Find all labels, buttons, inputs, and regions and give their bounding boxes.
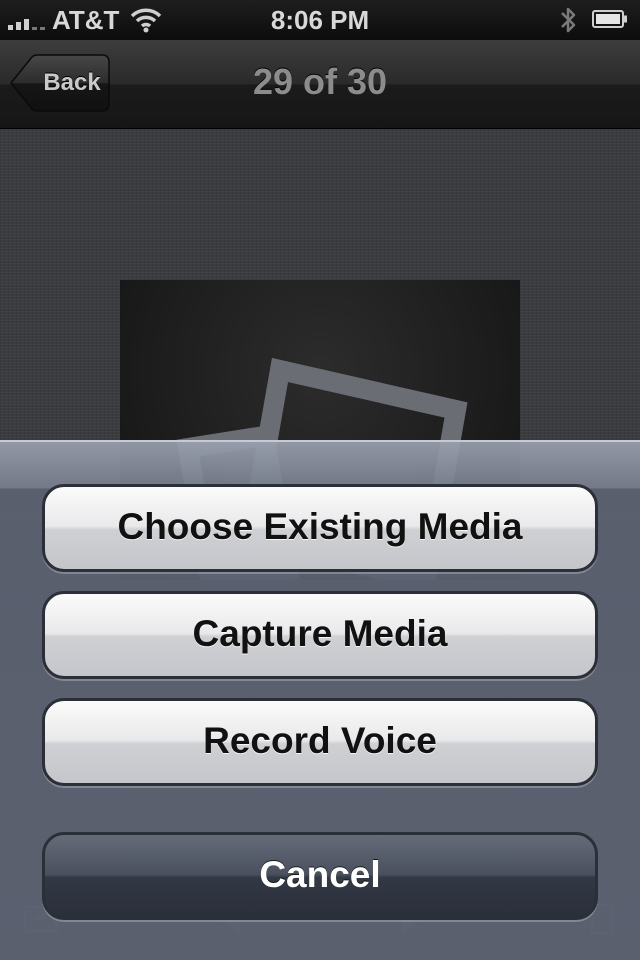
battery-icon bbox=[592, 10, 627, 28]
back-button[interactable]: Back bbox=[10, 54, 110, 112]
navigation-bar: Back 29 of 30 bbox=[0, 40, 640, 129]
capture-media-button[interactable]: Capture Media bbox=[42, 591, 598, 679]
status-bar: AT&T 8:06 PM bbox=[0, 0, 640, 40]
choose-existing-media-button[interactable]: Choose Existing Media bbox=[42, 484, 598, 572]
nav-title: 29 of 30 bbox=[252, 61, 388, 102]
record-voice-button[interactable]: Record Voice bbox=[42, 698, 598, 786]
action-sheet: Choose Existing Media Capture Media Reco… bbox=[0, 440, 640, 960]
clock: 8:06 PM bbox=[270, 5, 370, 35]
screen: AT&T 8:06 PM Back 29 of 30 Choose Existi… bbox=[0, 0, 640, 960]
bluetooth-icon bbox=[561, 7, 576, 33]
cancel-button[interactable]: Cancel bbox=[42, 832, 598, 920]
back-label: Back bbox=[43, 69, 101, 96]
